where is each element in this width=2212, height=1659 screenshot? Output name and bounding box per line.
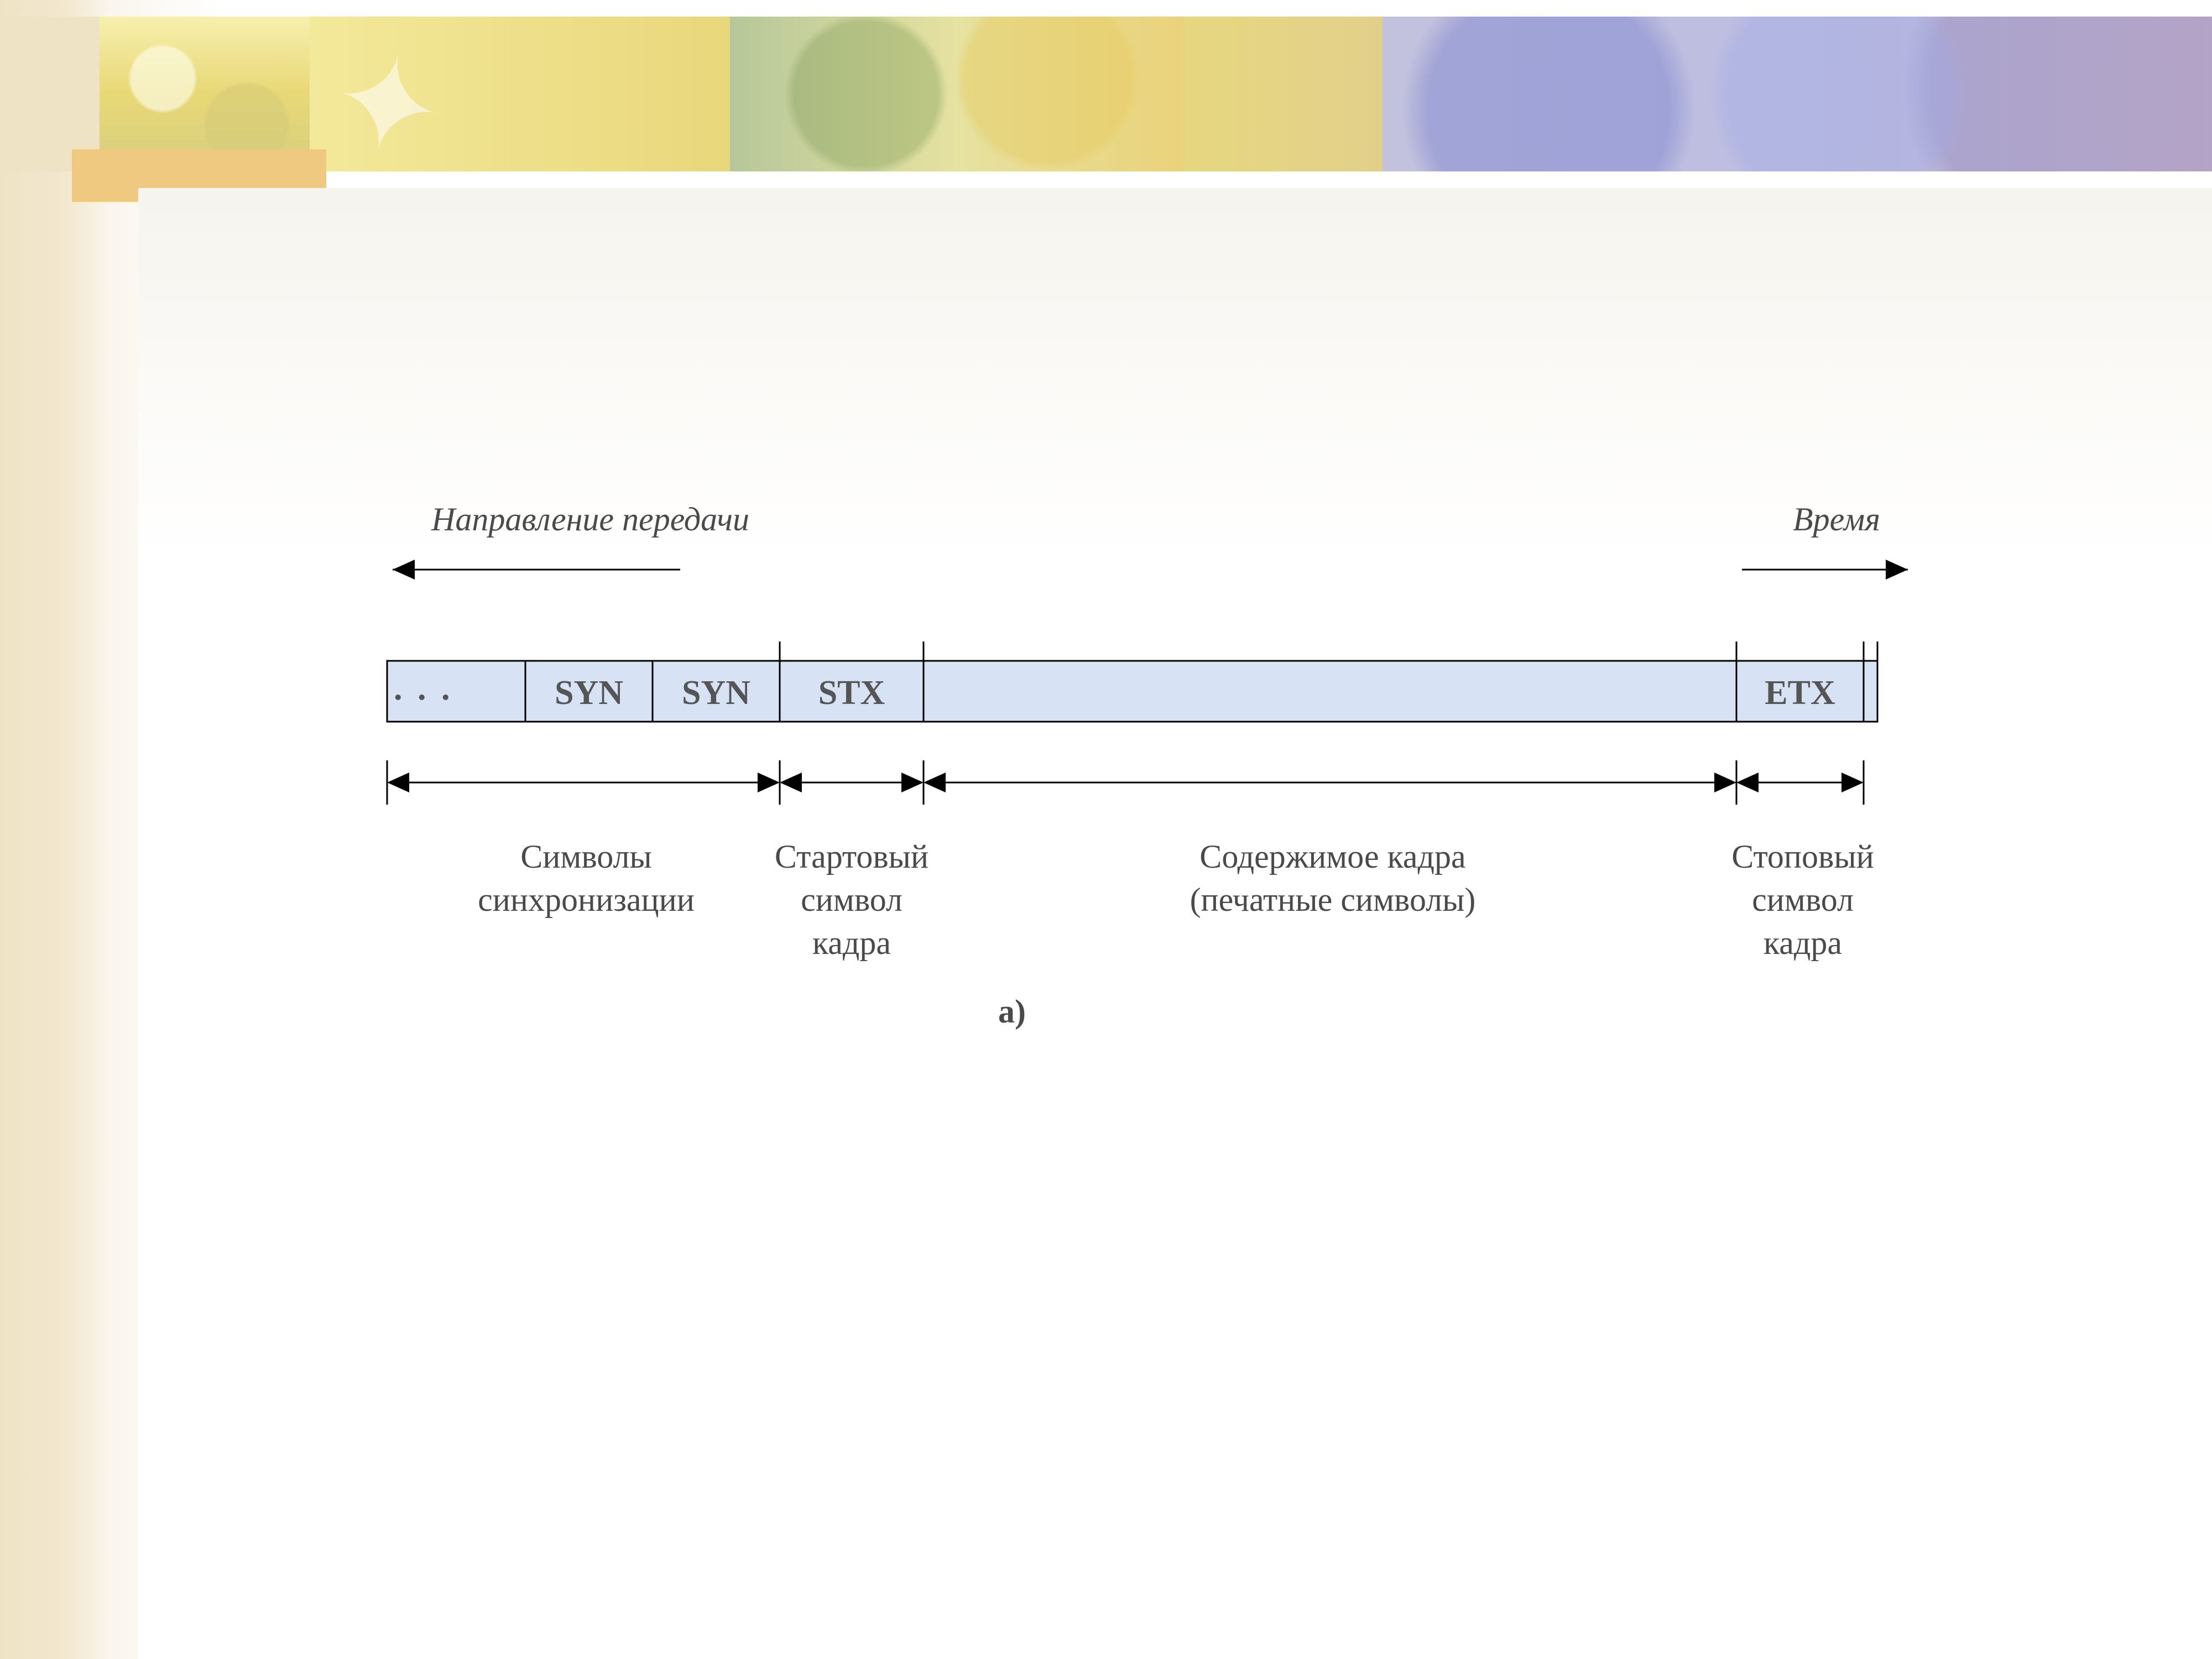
cell-stx: STX [780,674,924,713]
caption-start: Стартовый символ кадра [758,835,946,964]
caption-sync: Символы синхронизации [376,835,796,921]
frame-diagram: Направление передачи Время [138,188,2129,1405]
caption-stop: Стоповый символ кадра [1703,835,1902,964]
cell-syn1: SYN [525,674,653,713]
decorative-banner [0,17,2212,171]
slide-page: Направление передачи Время [0,0,2212,1659]
diagram-svg [138,188,2129,1405]
figure-label: a) [990,990,1034,1033]
cell-etx: ETX [1736,674,1864,713]
cell-ellipsis: . . . [387,669,532,708]
caption-payload: Содержимое кадра (печатные символы) [1078,835,1587,921]
cell-syn2: SYN [653,674,780,713]
